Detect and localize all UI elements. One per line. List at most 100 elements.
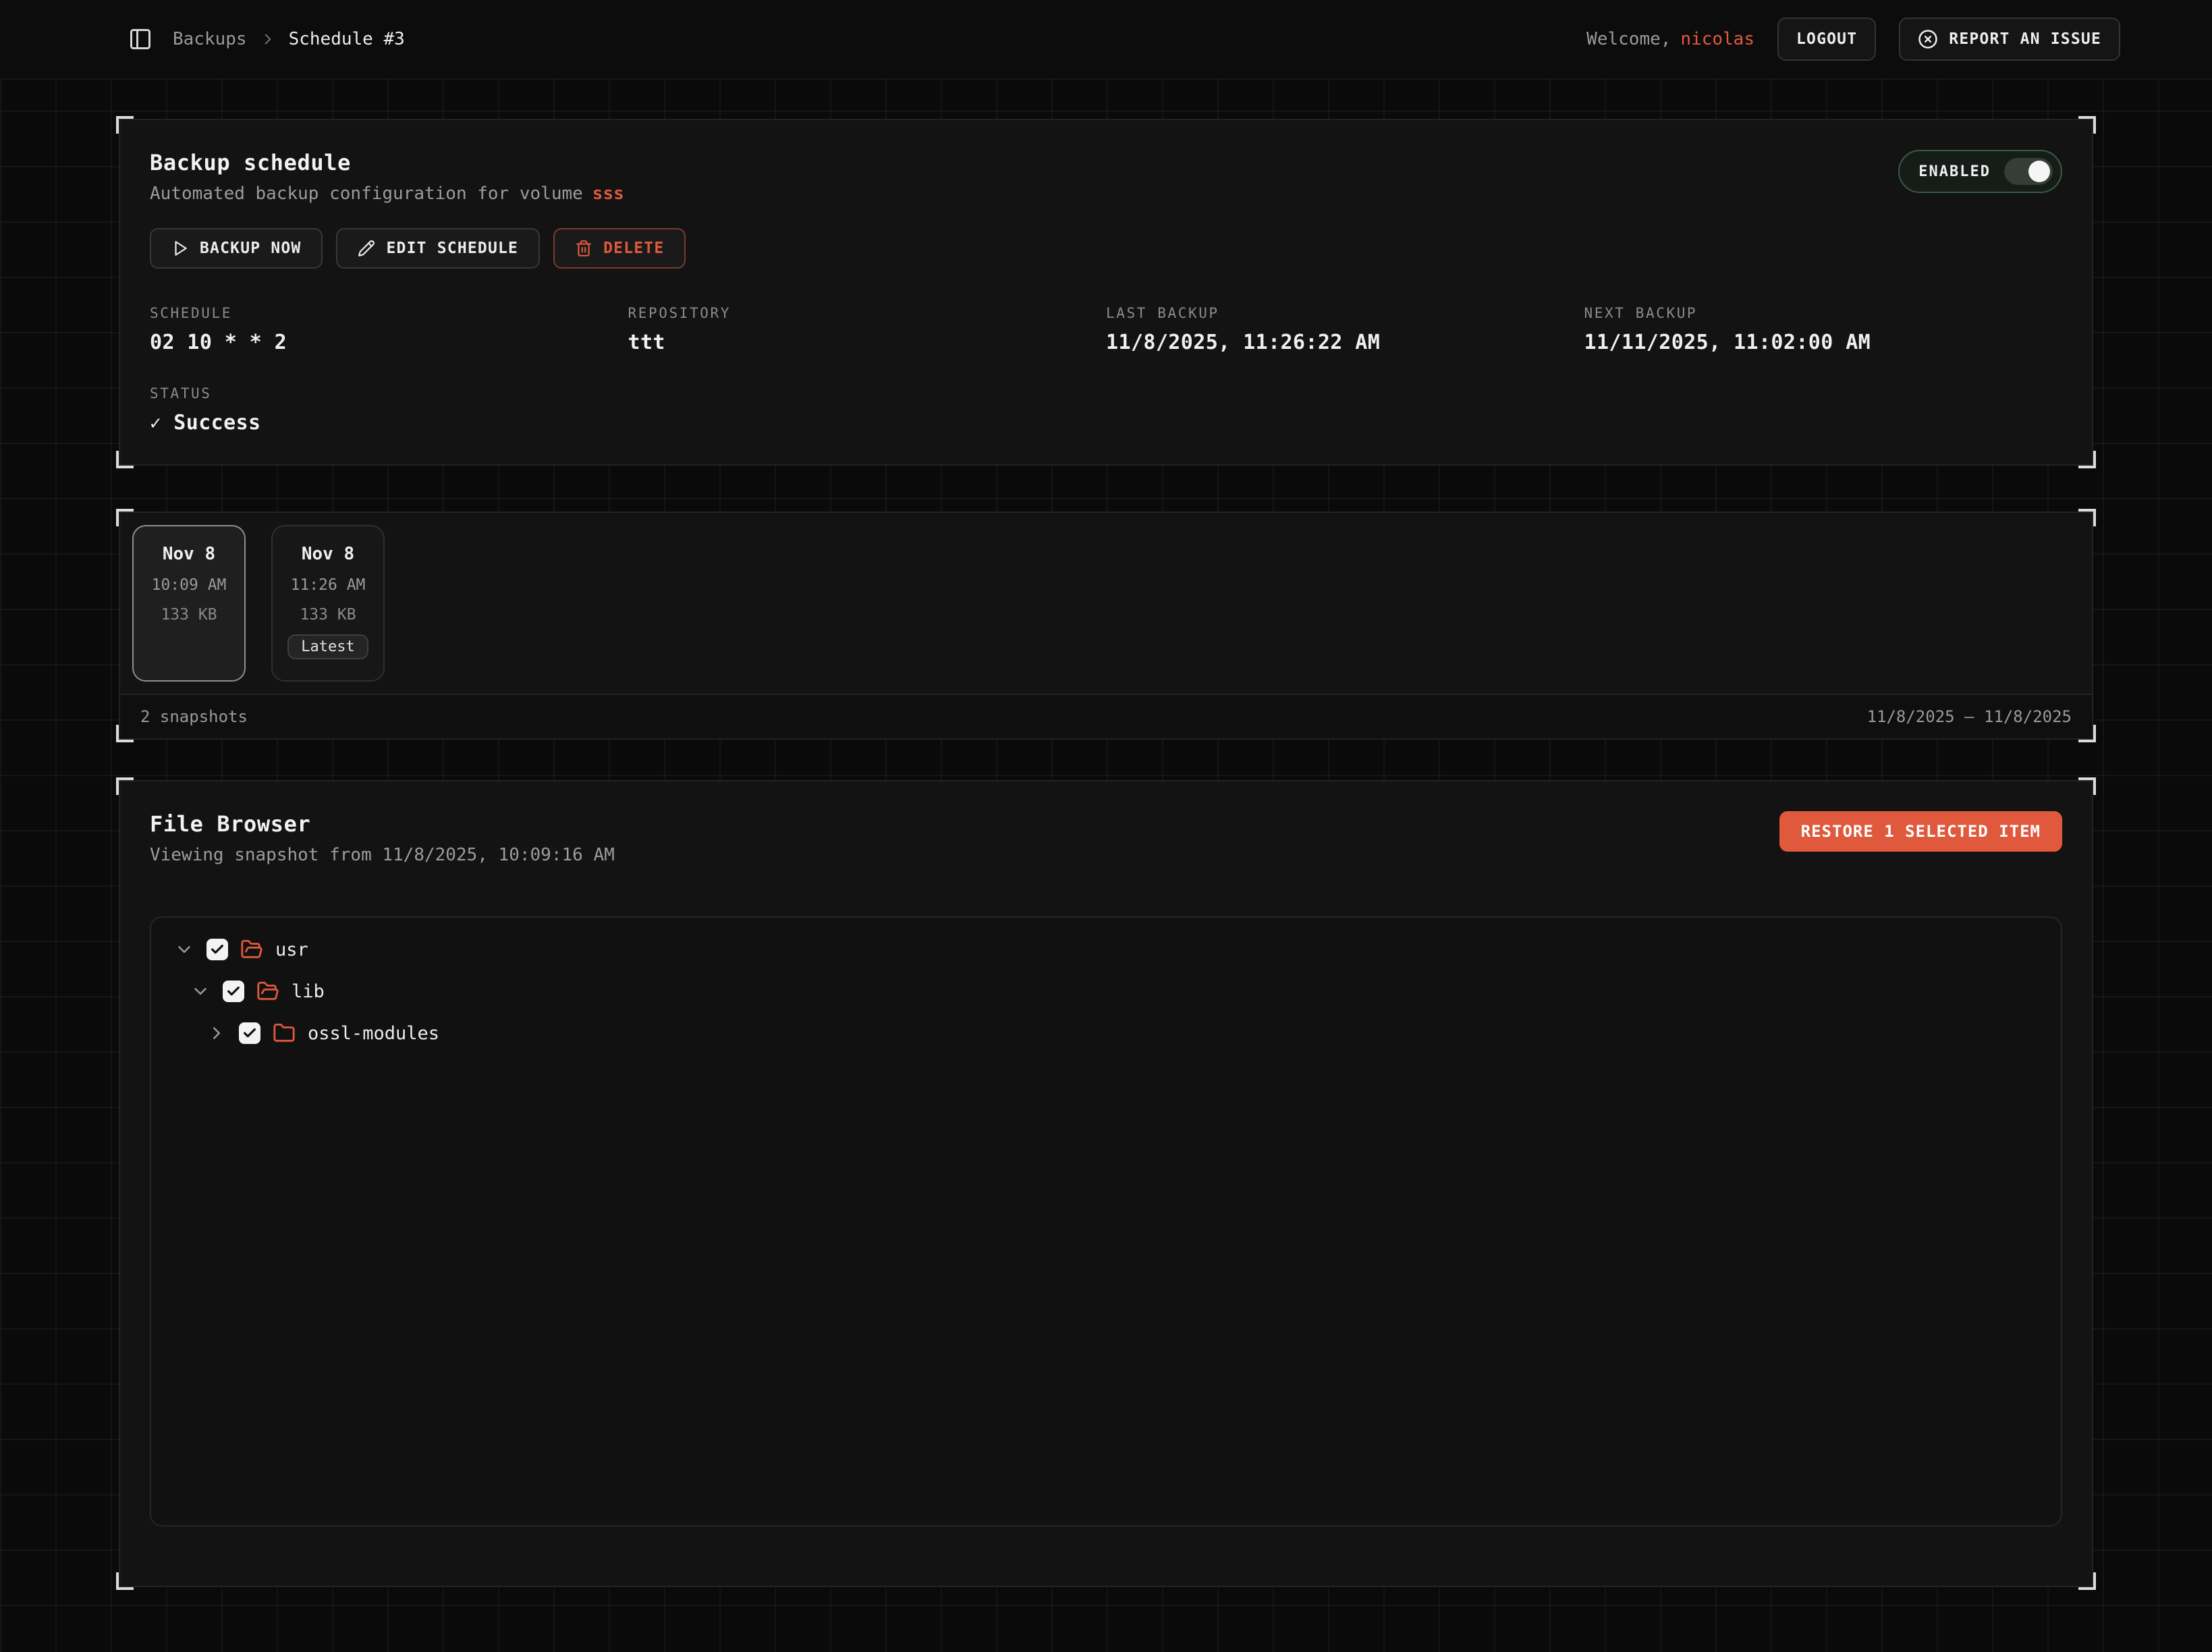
folder-open-icon <box>240 938 263 961</box>
backup-now-button[interactable]: BACKUP NOW <box>150 228 323 269</box>
field-label: SCHEDULE <box>150 305 628 321</box>
checkbox[interactable] <box>239 1022 260 1044</box>
toggle-switch[interactable] <box>2004 158 2053 185</box>
field-value: ttt <box>628 331 1107 354</box>
snapshot-time: 10:09 AM <box>152 576 227 594</box>
status-value: ✓ Success <box>150 411 2062 435</box>
corner-bracket <box>2078 451 2096 468</box>
tree-row: usr <box>151 929 2061 970</box>
field-label: LAST BACKUP <box>1106 305 1584 321</box>
corner-bracket <box>116 451 134 468</box>
enabled-label: ENABLED <box>1918 163 1991 180</box>
snapshot-list: Nov 8 10:09 AM 133 KB Nov 8 11:26 AM 133… <box>120 513 2092 694</box>
corner-bracket <box>116 777 134 795</box>
snapshot-date: Nov 8 <box>163 544 215 564</box>
file-browser-header: File Browser Viewing snapshot from 11/8/… <box>150 811 2062 865</box>
chevron-icon[interactable] <box>174 939 194 960</box>
file-browser-subtitle: Viewing snapshot from 11/8/2025, 10:09:1… <box>150 845 615 865</box>
chevron-icon[interactable] <box>190 981 211 1001</box>
tree-item-label[interactable]: usr <box>275 939 308 960</box>
tree-row: ossl-modules <box>151 1012 2061 1054</box>
field-label: REPOSITORY <box>628 305 1107 321</box>
snapshot-footer: 2 snapshots 11/8/2025 – 11/8/2025 <box>120 694 2092 738</box>
edit-schedule-label: EDIT SCHEDULE <box>386 240 518 257</box>
corner-bracket <box>116 725 134 742</box>
report-issue-button[interactable]: REPORT AN ISSUE <box>1899 18 2120 61</box>
field-value: 11/8/2025, 11:26:22 AM <box>1106 331 1584 354</box>
checkbox[interactable] <box>223 981 244 1002</box>
breadcrumb-backups[interactable]: Backups <box>173 29 247 49</box>
tree-row: lib <box>151 970 2061 1012</box>
latest-badge: Latest <box>287 634 368 659</box>
snapshot-card[interactable]: Nov 8 10:09 AM 133 KB <box>132 525 246 682</box>
status-text: Success <box>173 411 260 435</box>
field-value: 11/11/2025, 11:02:00 AM <box>1584 331 2063 354</box>
file-tree: usr lib ossl-modules <box>150 916 2062 1526</box>
file-browser-panel: File Browser Viewing snapshot from 11/8/… <box>119 780 2093 1587</box>
toggle-knob <box>2028 161 2050 182</box>
breadcrumb-current: Schedule #3 <box>289 29 405 49</box>
field-schedule: SCHEDULE 02 10 * * 2 <box>150 305 628 354</box>
volume-name: sss <box>592 184 624 204</box>
field-label: STATUS <box>150 385 2062 402</box>
chevron-icon[interactable] <box>206 1023 227 1043</box>
restore-button[interactable]: RESTORE 1 SELECTED ITEM <box>1779 811 2062 852</box>
report-issue-icon <box>1918 29 1938 49</box>
topbar: Backups Schedule #3 Welcome, nicolas LOGO… <box>0 0 2212 80</box>
app-root: Backups Schedule #3 Welcome, nicolas LOGO… <box>0 0 2212 1652</box>
corner-bracket <box>2078 509 2096 526</box>
main-content: Backup schedule Automated backup configu… <box>0 80 2212 1587</box>
checkbox[interactable] <box>206 939 228 960</box>
check-icon: ✓ <box>150 412 161 434</box>
username: nicolas <box>1680 29 1754 49</box>
schedule-actions: BACKUP NOW EDIT SCHEDULE DELETE <box>150 228 2062 269</box>
corner-bracket <box>2078 116 2096 134</box>
field-value: 02 10 * * 2 <box>150 331 628 354</box>
delete-label: DELETE <box>603 240 664 257</box>
tree-item-label[interactable]: ossl-modules <box>308 1023 439 1044</box>
logout-button[interactable]: LOGOUT <box>1777 18 1876 61</box>
snapshot-size: 133 KB <box>300 606 356 624</box>
folder-open-icon <box>256 980 279 1003</box>
corner-bracket <box>116 509 134 526</box>
snapshots-panel: Nov 8 10:09 AM 133 KB Nov 8 11:26 AM 133… <box>119 512 2093 740</box>
report-issue-label: REPORT AN ISSUE <box>1949 30 2101 48</box>
field-label: NEXT BACKUP <box>1584 305 2063 321</box>
corner-bracket <box>2078 1572 2096 1590</box>
field-last-backup: LAST BACKUP 11/8/2025, 11:26:22 AM <box>1106 305 1584 354</box>
field-repository: REPOSITORY ttt <box>628 305 1107 354</box>
welcome-text: Welcome, nicolas <box>1586 29 1754 49</box>
field-next-backup: NEXT BACKUP 11/11/2025, 11:02:00 AM <box>1584 305 2063 354</box>
snapshot-count: 2 snapshots <box>140 707 248 726</box>
schedule-fields: SCHEDULE 02 10 * * 2 REPOSITORY ttt LAST… <box>150 305 2062 354</box>
file-browser-title: File Browser <box>150 811 615 837</box>
folder-closed-icon <box>273 1022 296 1045</box>
tree-item-label[interactable]: lib <box>292 981 325 1002</box>
welcome-prefix: Welcome, <box>1586 29 1671 49</box>
corner-bracket <box>2078 725 2096 742</box>
breadcrumb: Backups Schedule #3 <box>173 29 405 49</box>
snapshot-date: Nov 8 <box>302 544 354 564</box>
schedule-panel-subtitle: Automated backup configuration for volum… <box>150 184 2062 204</box>
edit-schedule-button[interactable]: EDIT SCHEDULE <box>336 228 540 269</box>
backup-now-label: BACKUP NOW <box>200 240 301 257</box>
pencil-icon <box>358 240 375 257</box>
snapshot-time: 11:26 AM <box>291 576 366 594</box>
snapshot-card[interactable]: Nov 8 11:26 AM 133 KB Latest <box>271 525 385 682</box>
field-status: STATUS ✓ Success <box>150 385 2062 435</box>
corner-bracket <box>2078 777 2096 795</box>
sidebar-toggle-button[interactable] <box>128 27 153 51</box>
corner-bracket <box>116 116 134 134</box>
topbar-left: Backups Schedule #3 <box>128 27 405 51</box>
snapshot-range: 11/8/2025 – 11/8/2025 <box>1867 707 2072 726</box>
enabled-toggle[interactable]: ENABLED <box>1898 150 2062 193</box>
corner-bracket <box>116 1572 134 1590</box>
chevron-right-icon <box>259 30 277 48</box>
snapshot-size: 133 KB <box>161 606 217 624</box>
trash-icon <box>575 240 592 257</box>
subtitle-prefix: Automated backup configuration for volum… <box>150 184 583 204</box>
delete-button[interactable]: DELETE <box>553 228 686 269</box>
schedule-panel-title: Backup schedule <box>150 150 2062 175</box>
panel-left-icon <box>128 27 153 51</box>
play-icon <box>171 240 189 257</box>
